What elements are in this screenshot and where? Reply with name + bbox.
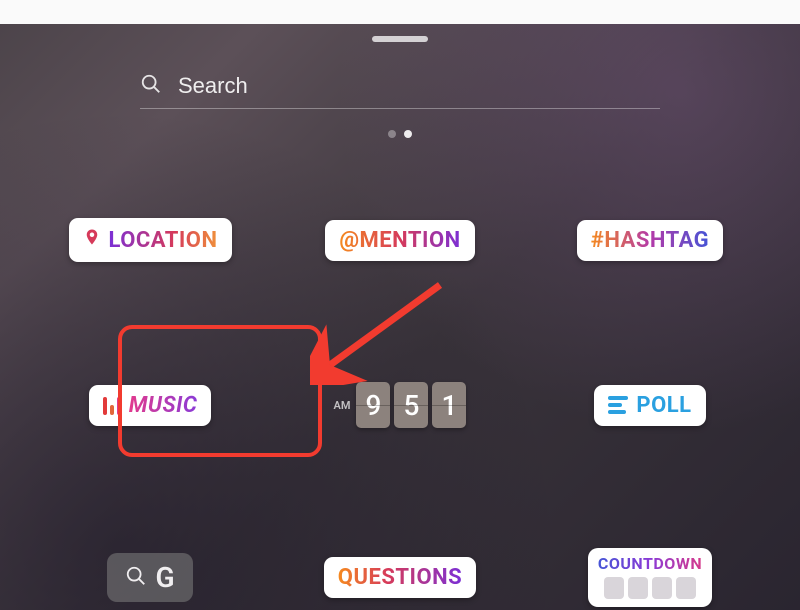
search-input[interactable] (176, 72, 660, 100)
poll-icon (608, 396, 628, 414)
page-dot-active[interactable] (404, 130, 412, 138)
time-digit: 1 (432, 382, 466, 428)
sticker-questions[interactable]: QUESTIONS (324, 557, 476, 598)
search-row[interactable] (140, 64, 660, 109)
annotation-arrow-icon (310, 275, 460, 385)
sticker-location[interactable]: LOCATION (69, 218, 232, 262)
sticker-row: G QUESTIONS COUNTDOWN (0, 548, 800, 607)
sticker-row: LOCATION @MENTION #HASHTAG (0, 218, 800, 262)
sticker-countdown[interactable]: COUNTDOWN (588, 548, 712, 607)
page-dot[interactable] (388, 130, 396, 138)
sticker-music[interactable]: MUSIC (89, 385, 212, 426)
search-icon (140, 73, 162, 99)
sticker-label: LOCATION (109, 228, 218, 253)
page-indicator (388, 130, 412, 138)
sticker-label: QUESTIONS (338, 565, 462, 590)
letterbox-top (0, 0, 800, 24)
search-icon (125, 561, 147, 594)
sticker-label: @MENTION (339, 228, 460, 253)
time-digit: 5 (394, 382, 428, 428)
countdown-blocks (604, 577, 696, 599)
time-digit: 9 (356, 382, 390, 428)
sticker-label: G (155, 561, 174, 594)
music-icon (103, 395, 121, 415)
sticker-hashtag[interactable]: #HASHTAG (577, 220, 723, 261)
sticker-time[interactable]: AM 9 5 1 (334, 382, 467, 428)
sticker-label: POLL (636, 393, 691, 418)
location-pin-icon (83, 226, 101, 254)
drag-handle[interactable] (372, 36, 428, 42)
sticker-label: MUSIC (129, 393, 198, 418)
sticker-label: COUNTDOWN (598, 554, 702, 573)
sticker-gif[interactable]: G (107, 553, 192, 602)
sticker-label: #HASHTAG (591, 228, 709, 253)
time-ampm: AM (334, 399, 351, 412)
sticker-picker-panel: LOCATION @MENTION #HASHTAG MUSIC (0, 0, 800, 610)
sticker-row: MUSIC AM 9 5 1 POLL (0, 382, 800, 428)
sticker-mention[interactable]: @MENTION (325, 220, 474, 261)
sticker-poll[interactable]: POLL (594, 385, 705, 426)
